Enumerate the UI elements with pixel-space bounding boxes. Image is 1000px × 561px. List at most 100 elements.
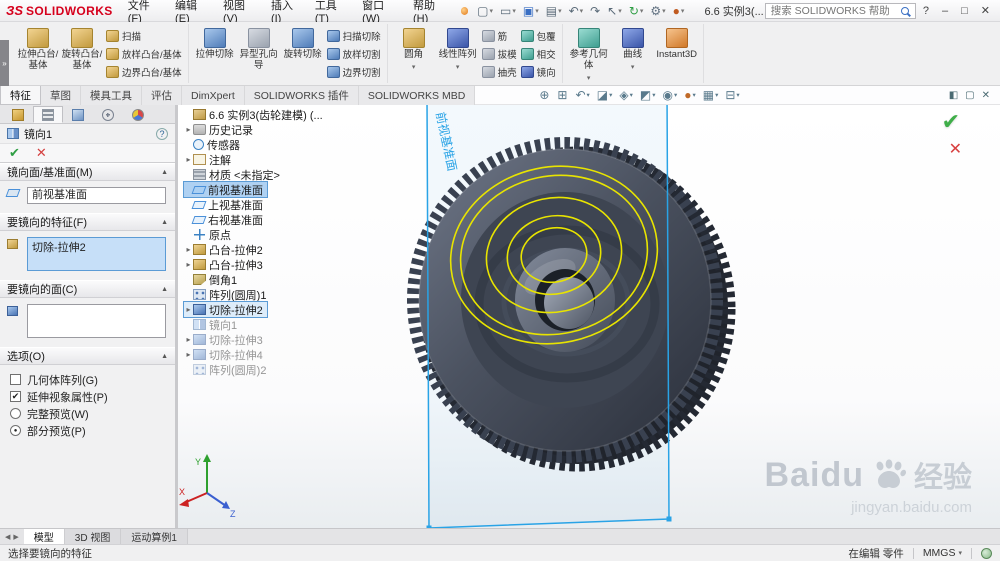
ribbon-instant3d-button[interactable]: Instant3D (655, 24, 699, 83)
ribbon-fillet-button[interactable]: 圆角 ▾ (392, 24, 436, 83)
close-button[interactable]: ✕ (975, 2, 996, 19)
ribbon-extruded-cut-button[interactable]: 拉伸切除 (193, 24, 237, 83)
ribbon-curves-button[interactable]: 曲线 ▾ (611, 24, 655, 83)
ribbon-boundary-boss-button[interactable]: 边界凸台/基体 (104, 65, 184, 79)
section-view-icon[interactable]: ◪ ▾ (597, 88, 613, 102)
tree-item-history[interactable]: ▸ 历史记录 (184, 122, 257, 137)
plane-corner-handle[interactable] (426, 525, 432, 529)
group-header-options[interactable]: 选项(O) ▲ (0, 347, 175, 365)
restore-button[interactable]: □ (955, 3, 974, 19)
group-header-features-to-mirror[interactable]: 要镜向的特征(F) ▲ (0, 213, 175, 231)
ribbon-loft-button[interactable]: 放样凸台/基体 (104, 47, 184, 61)
edit-appearance-icon[interactable]: ● ▾ (684, 88, 696, 102)
ribbon-intersect-button[interactable]: 相交 (519, 47, 558, 61)
tab-display-manager[interactable] (123, 106, 153, 123)
ribbon-reference-geometry-button[interactable]: 参考几何体 ▾ (567, 24, 611, 83)
zoom-area-icon[interactable]: ⊞ (557, 88, 568, 102)
mirror-plane-field[interactable]: 前视基准面 (27, 187, 166, 204)
ribbon-revolve-boss-button[interactable]: 旋转凸台/基体 (60, 24, 104, 83)
ribbon-wrap-button[interactable]: 包覆 (519, 29, 558, 43)
undo-button[interactable]: ↶ ▾ (566, 2, 587, 20)
graphics-area[interactable]: 前视基准面 Y X Z 6.6 实例3(齿轮建模) (... ▸ 历史记录 传感… (178, 105, 1000, 528)
select-button[interactable]: ↖ ▾ (604, 2, 625, 20)
chevron-down-icon[interactable]: ▾ (958, 549, 962, 557)
tree-item-circular-pattern1[interactable]: 阵列(圆周)1 (184, 287, 270, 302)
view-orientation-icon[interactable]: ◈ ▾ (619, 88, 633, 102)
minimize-button[interactable]: – (936, 3, 954, 19)
ribbon-rib-button[interactable]: 筋 (480, 29, 519, 43)
tab-motion-study1[interactable]: 运动算例1 (121, 529, 188, 544)
help-search-box[interactable] (764, 2, 916, 19)
help-icon[interactable]: ? (156, 127, 168, 140)
zoom-fit-icon[interactable]: ⊕ (539, 88, 550, 102)
tab-solidworks-mbd[interactable]: SOLIDWORKS MBD (359, 86, 476, 105)
tab-configuration-manager[interactable] (63, 106, 93, 123)
group-header-mirror-plane[interactable]: 镜向面/基准面(M) ▲ (0, 163, 175, 181)
new-document-button[interactable]: ▢ ▾ (474, 2, 496, 20)
pane-window-icon[interactable]: ▢ (963, 90, 976, 101)
checkbox-icon[interactable] (10, 374, 21, 385)
options-button[interactable]: ⚙ ▾ (647, 2, 668, 20)
tree-item-mirror1[interactable]: 镜向1 (184, 317, 241, 332)
appearance-button[interactable]: ● ▾ (670, 2, 688, 20)
tree-item-cut-extrude3[interactable]: ▸ 切除-拉伸3 (184, 332, 267, 347)
tree-item-boss-extrude2[interactable]: ▸ 凸台-拉伸2 (184, 242, 267, 257)
tree-item-origin[interactable]: 原点 (184, 227, 235, 242)
option-full-preview[interactable]: 完整预览(W) (10, 405, 166, 422)
view-settings-icon[interactable]: ⊟ ▾ (725, 88, 739, 102)
ribbon-hole-wizard-button[interactable]: 异型孔向导 (237, 24, 281, 83)
tab-mold-tools[interactable]: 模具工具 (81, 86, 142, 105)
tab-3d-views[interactable]: 3D 视图 (64, 529, 122, 544)
ribbon-swept-cut-button[interactable]: 扫描切除 (325, 29, 383, 43)
tree-item-root[interactable]: 6.6 实例3(齿轮建模) (... (184, 107, 327, 122)
plane-corner-handle[interactable] (666, 516, 672, 522)
help-button[interactable]: ? (917, 3, 935, 19)
tree-item-right-plane[interactable]: 右视基准面 (184, 212, 267, 227)
pane-close-icon[interactable]: ✕ (980, 90, 992, 101)
units-selector[interactable]: MMGS (923, 547, 956, 559)
panel-flyout-tab[interactable]: » (0, 40, 9, 86)
tab-feature-manager[interactable] (3, 106, 33, 123)
ribbon-lofted-cut-button[interactable]: 放样切割 (325, 47, 383, 61)
radio-icon[interactable] (10, 408, 21, 419)
tree-item-boss-extrude3[interactable]: ▸ 凸台-拉伸3 (184, 257, 267, 272)
ribbon-extrude-boss-button[interactable]: 拉伸凸台/基体 (16, 24, 60, 83)
apply-scene-icon[interactable]: ▦ ▾ (703, 88, 719, 102)
faces-to-mirror-list[interactable] (27, 304, 166, 338)
option-geometry-pattern[interactable]: 几何体阵列(G) (10, 371, 166, 388)
ribbon-boundary-cut-button[interactable]: 边界切割 (325, 65, 383, 79)
pane-split-icon[interactable]: ◧ (947, 90, 960, 101)
ribbon-linear-pattern-button[interactable]: 线性阵列 ▾ (436, 24, 480, 83)
help-search-input[interactable] (770, 4, 897, 17)
tab-evaluate[interactable]: 评估 (142, 86, 182, 105)
ribbon-shell-button[interactable]: 抽壳 (480, 65, 519, 79)
tab-dimxpert[interactable]: DimXpert (182, 86, 245, 105)
status-globe-icon[interactable] (981, 547, 992, 559)
tree-item-chamfer1[interactable]: 倒角1 (184, 272, 241, 287)
cancel-button[interactable]: ✕ (36, 145, 47, 161)
viewport-cancel-button[interactable]: ✕ (949, 139, 962, 159)
ribbon-sweep-button[interactable]: 扫描 (104, 29, 184, 43)
tab-dimxpert-manager[interactable] (93, 106, 123, 123)
tree-item-circular-pattern2[interactable]: 阵列(圆周)2 (184, 362, 270, 377)
open-document-button[interactable]: ▭ ▾ (497, 2, 519, 20)
tabs-scroll-left-icon[interactable]: ◀ (5, 533, 10, 541)
redo-button[interactable]: ↷ (587, 2, 603, 20)
tree-item-front-plane[interactable]: 前视基准面 (183, 181, 268, 198)
tree-item-cut-extrude4[interactable]: ▸ 切除-拉伸4 (184, 347, 267, 362)
print-button[interactable]: ▤ ▾ (543, 2, 565, 20)
rebuild-button[interactable]: ↻ ▾ (626, 2, 647, 20)
ribbon-revolved-cut-button[interactable]: 旋转切除 (281, 24, 325, 83)
previous-view-icon[interactable]: ↶ ▾ (575, 88, 589, 102)
tree-item-top-plane[interactable]: 上视基准面 (184, 197, 267, 212)
tab-features[interactable]: 特征 (0, 86, 41, 105)
ribbon-draft-button[interactable]: 拔模 (480, 47, 519, 61)
tree-item-sensors[interactable]: 传感器 (184, 137, 244, 152)
save-button[interactable]: ▣ ▾ (520, 2, 542, 20)
ribbon-mirror-button[interactable]: 镜向 (519, 65, 558, 79)
search-icon[interactable] (900, 6, 909, 15)
radio-selected-icon[interactable]: ● (10, 425, 21, 436)
group-header-faces-to-mirror[interactable]: 要镜向的面(C) ▲ (0, 280, 175, 298)
viewport-ok-button[interactable]: ✔ (942, 109, 960, 135)
tab-property-manager[interactable] (33, 106, 63, 123)
